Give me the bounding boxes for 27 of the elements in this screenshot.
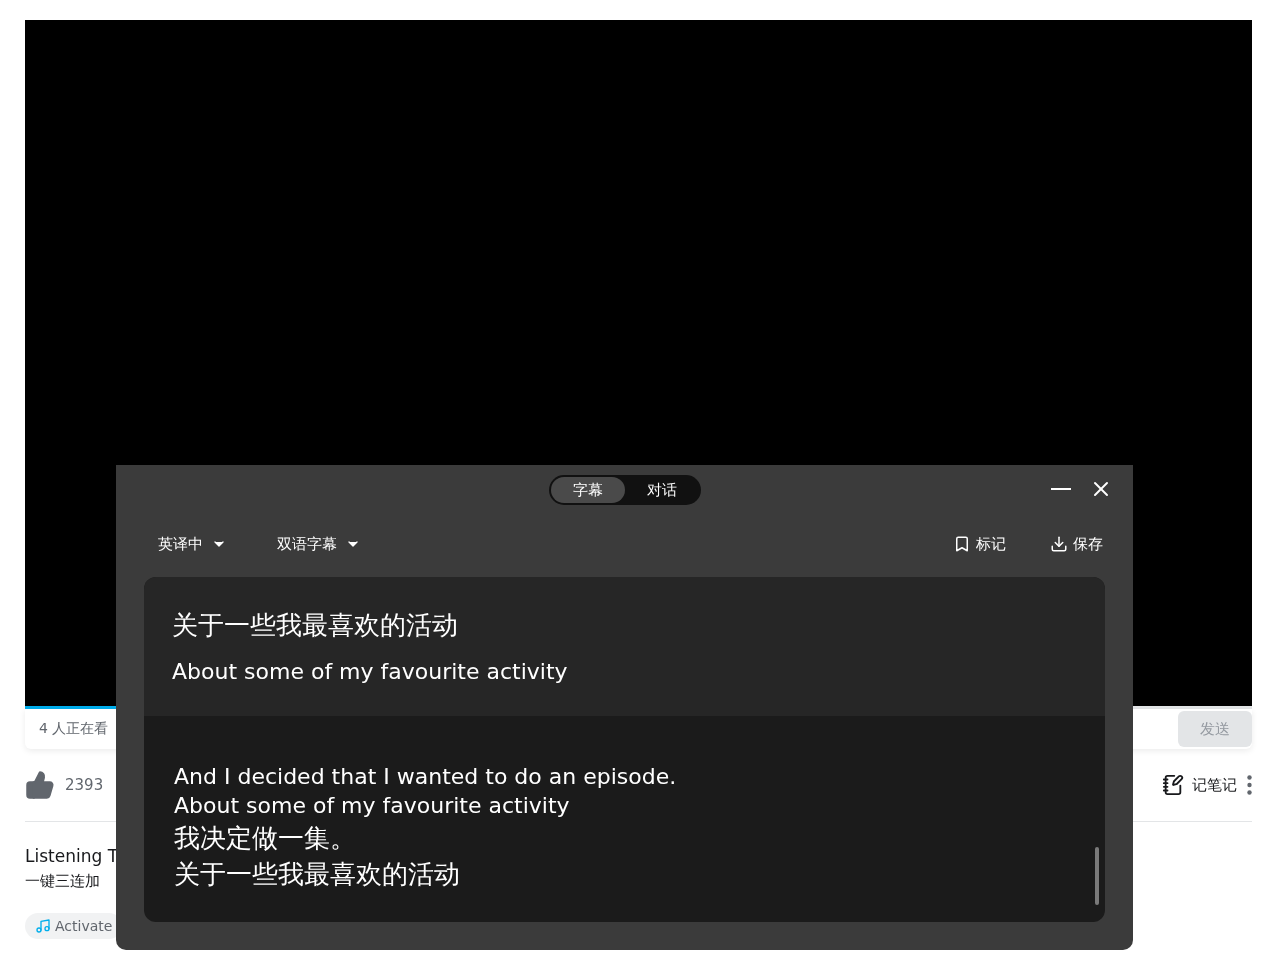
subtitle-entry[interactable]: 关于一些我最喜欢的活动 About some of my favourite activity (144, 577, 1105, 716)
subtitle-line: About some of my favourite activity (174, 792, 571, 820)
subtitle-line: 我决定做一集。 (174, 822, 357, 855)
bookmark-button[interactable]: 标记 (953, 534, 1006, 554)
like-button[interactable]: 2393 (25, 770, 104, 800)
note-icon (1162, 774, 1184, 796)
subtitle-line: And I decided that I wanted to do an episode. (174, 763, 678, 791)
save-button[interactable]: 保存 (1050, 534, 1103, 554)
download-icon (1050, 535, 1068, 553)
thumbs-up-icon (25, 770, 55, 800)
mode-dropdown[interactable]: 双语字幕 (277, 534, 361, 554)
scrollbar[interactable] (1095, 847, 1099, 905)
subtitle-line: About some of my favourite activity (172, 658, 569, 686)
bookmark-icon (953, 535, 971, 553)
music-icon (35, 918, 51, 934)
tab[interactable]: 字幕 (550, 477, 625, 503)
minimize-icon (1051, 488, 1071, 490)
tab[interactable]: 对话 (624, 477, 699, 503)
subtitle-line: 关于一些我最喜欢的活动 (172, 609, 459, 642)
more-button[interactable] (1247, 775, 1252, 795)
language-dropdown[interactable]: 英译中 (158, 534, 227, 554)
viewer-count: 4 人正在看 (39, 720, 109, 738)
note-button[interactable]: 记笔记 (1162, 774, 1237, 796)
subtitle-line: 关于一些我最喜欢的活动 (174, 858, 461, 891)
video-description: 一键三连加 (25, 872, 100, 891)
subtitle-entry[interactable]: And I decided that I wanted to do an episode. About some of my favourite activity 我决定做一集。 关于一些我最喜欢的活动 (144, 716, 1105, 892)
more-icon (1247, 775, 1252, 795)
